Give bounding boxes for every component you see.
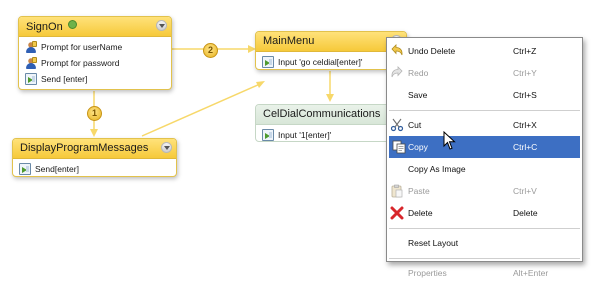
menu-item-shortcut: Ctrl+V [513, 186, 537, 196]
menu-item-shortcut: Alt+Enter [513, 268, 549, 278]
menu-separator [389, 258, 580, 259]
arrowhead-celdial [326, 94, 334, 102]
menu-item-copy[interactable]: Copy Ctrl+C [389, 136, 580, 158]
menu-item-shortcut: Ctrl+C [513, 142, 538, 152]
person-icon [25, 57, 37, 69]
node-signon[interactable]: SignOn Prompt for userName Prompt for pa… [18, 16, 172, 90]
node-header[interactable]: MainMenu [256, 32, 406, 52]
menu-item-shortcut: Ctrl+Z [513, 46, 537, 56]
menu-item-label: Reset Layout [408, 238, 459, 248]
node-item-label: Send [enter] [41, 74, 88, 84]
menu-item-shortcut: Delete [513, 208, 538, 218]
redo-icon [391, 66, 403, 78]
node-item[interactable]: Input '1[enter]' [262, 127, 402, 143]
node-item-label: Input '1[enter]' [278, 130, 332, 140]
menu-item-reset-layout[interactable]: Reset Layout [387, 232, 582, 254]
menu-item-delete[interactable]: Delete Delete [387, 202, 582, 224]
menu-item-copy-as-image[interactable]: Copy As Image [387, 158, 582, 180]
send-icon [25, 73, 37, 85]
menu-item-shortcut: Ctrl+Y [513, 68, 537, 78]
menu-item-label: Undo Delete [408, 46, 456, 56]
node-title: SignOn [26, 21, 63, 33]
menu-item-save[interactable]: Save Ctrl+S [387, 84, 582, 106]
connector-badge-2[interactable]: 2 [203, 43, 218, 58]
node-item[interactable]: Prompt for userName [25, 39, 167, 55]
node-item[interactable]: Input 'go celdial[enter]' [262, 54, 402, 70]
menu-separator [389, 110, 580, 111]
status-dot-icon [67, 20, 77, 29]
arrowhead-mainmenu-lower [256, 81, 265, 88]
node-main-menu[interactable]: MainMenu Input 'go celdial[enter]' [255, 31, 407, 70]
node-title: CelDialCommunications [263, 108, 381, 120]
menu-separator [389, 228, 580, 229]
menu-item-label: Copy As Image [408, 164, 466, 174]
arrowhead-display [90, 129, 98, 137]
node-header[interactable]: SignOn [19, 17, 171, 37]
node-header[interactable]: CelDialCommunications [256, 105, 406, 125]
menu-item-paste[interactable]: Paste Ctrl+V [387, 180, 582, 202]
menu-item-label: Cut [408, 120, 422, 130]
node-item-label: Input 'go celdial[enter]' [278, 57, 363, 67]
node-item-label: Send[enter] [35, 164, 79, 174]
menu-item-shortcut: Ctrl+X [513, 120, 537, 130]
node-title: DisplayProgramMessages [20, 142, 149, 154]
node-display-program-messages[interactable]: DisplayProgramMessages Send[enter] [12, 138, 177, 177]
menu-item-label: Properties [408, 268, 447, 278]
node-item-label: Prompt for userName [41, 42, 123, 52]
menu-item-cut[interactable]: Cut Ctrl+X [387, 114, 582, 136]
menu-item-label: Copy [408, 142, 428, 152]
send-icon [19, 163, 31, 175]
person-icon [25, 41, 37, 53]
menu-item-undo-delete[interactable]: Undo Delete Ctrl+Z [387, 40, 582, 62]
connector-badge-1[interactable]: 1 [87, 106, 102, 121]
menu-item-properties[interactable]: Properties Alt+Enter [387, 262, 582, 284]
copy-icon [392, 140, 406, 154]
menu-item-shortcut: Ctrl+S [513, 90, 537, 100]
node-item-label: Prompt for password [41, 58, 120, 68]
send-icon [262, 56, 274, 68]
delete-icon [390, 206, 404, 220]
undo-icon [391, 44, 403, 56]
menu-item-label: Redo [408, 68, 429, 78]
scissors-icon [390, 118, 404, 132]
paste-icon [391, 184, 403, 198]
node-header[interactable]: DisplayProgramMessages [13, 139, 176, 159]
menu-item-redo[interactable]: Redo Ctrl+Y [387, 62, 582, 84]
node-item[interactable]: Send [enter] [25, 71, 167, 87]
chevron-down-icon[interactable] [161, 142, 172, 153]
connector-display-mainmenu [141, 83, 261, 137]
menu-item-label: Delete [408, 208, 433, 218]
node-cel-dial-communications[interactable]: CelDialCommunications Input '1[enter]' [255, 104, 407, 142]
node-item[interactable]: Prompt for password [25, 55, 167, 71]
node-item[interactable]: Send[enter] [19, 161, 172, 177]
mouse-pointer-icon [443, 131, 456, 150]
menu-item-label: Save [408, 90, 428, 100]
context-menu[interactable]: Undo Delete Ctrl+Z Redo Ctrl+Y Save Ctrl… [386, 37, 583, 278]
send-icon [262, 129, 274, 141]
menu-item-label: Paste [408, 186, 430, 196]
chevron-down-icon[interactable] [156, 20, 167, 31]
node-title: MainMenu [263, 35, 315, 47]
